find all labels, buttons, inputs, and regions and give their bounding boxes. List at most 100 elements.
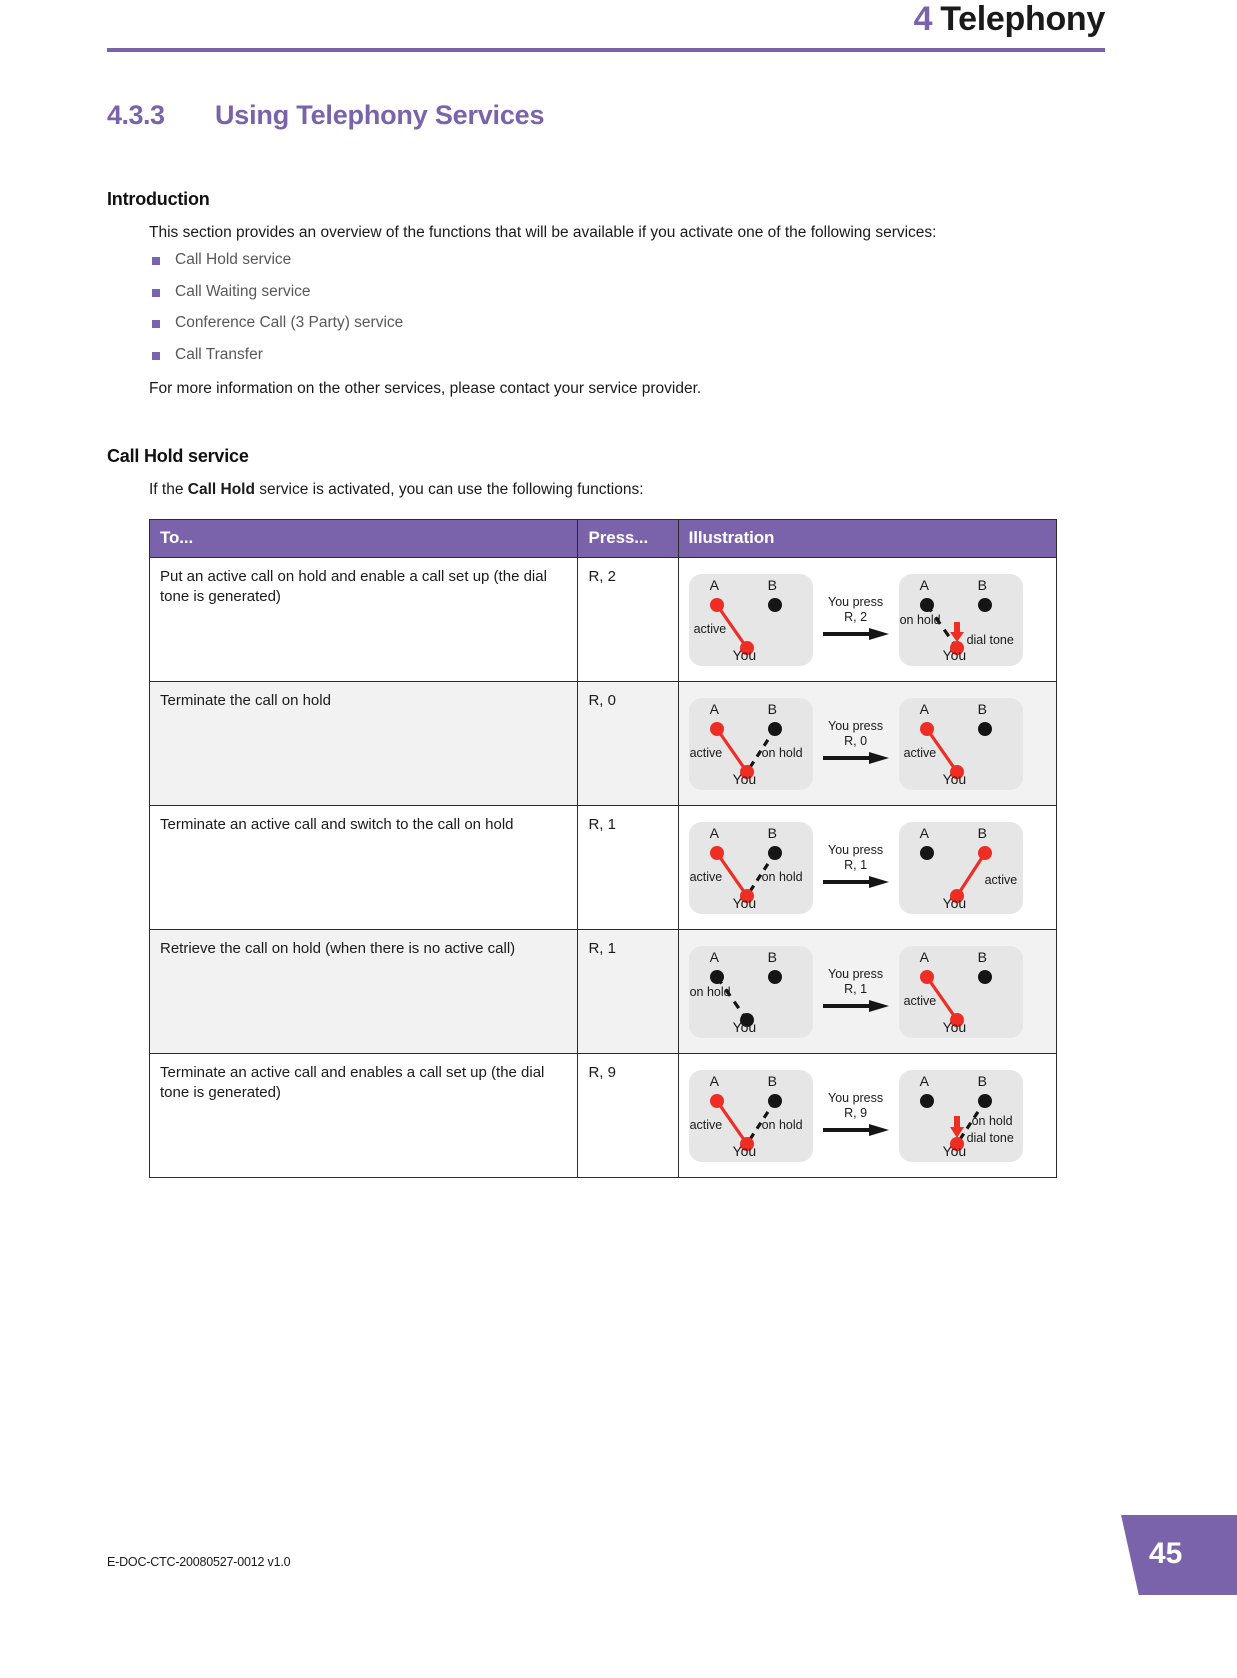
table-row: Terminate an active call and switch to t… [148, 805, 1058, 930]
call-hold-intro-bold: Call Hold [187, 481, 255, 498]
node-label-b: B [977, 825, 987, 841]
introduction-body: This section provides an overview of the… [149, 222, 1105, 400]
node-label-b: B [767, 577, 777, 593]
table-row: Terminate an active call and enables a c… [148, 1053, 1058, 1178]
list-item: Call Transfer [149, 345, 1105, 363]
cell-to: Terminate an active call and switch to t… [148, 805, 579, 930]
node-label-you: You [732, 1143, 757, 1159]
node-label-b: B [977, 701, 987, 717]
state-label-right: dial tone [966, 633, 1014, 647]
bullet-square-icon [152, 320, 160, 328]
illustration-row-3: A B active on hold You You press R, 1 A … [688, 815, 1046, 921]
section-number: 4.3.3 [107, 100, 165, 130]
section-title: Using Telephony Services [215, 100, 545, 130]
node-label-a: A [919, 577, 929, 593]
illustration-row-5: A B active on hold You You press R, 9 A … [688, 1063, 1046, 1169]
column-header-press: Press... [577, 519, 679, 558]
illustration-row-2: A B active on hold You You press R, 0 A … [688, 691, 1046, 797]
services-list: Call Hold service Call Waiting service C… [149, 252, 1105, 362]
cell-illustration: A B active on hold You You press R, 1 A … [677, 805, 1058, 930]
chapter-number: 4 [913, 0, 933, 38]
diagram-after: A B on hold dial tone You [898, 1070, 1023, 1162]
node-label-you: You [942, 647, 967, 663]
diagram-after: A B active You [898, 698, 1023, 790]
action-line-2: R, 1 [844, 981, 868, 996]
action-line-1: You press [828, 1090, 884, 1105]
cell-to: Terminate an active call and enables a c… [148, 1053, 579, 1178]
call-hold-body: If the Call Hold service is activated, y… [148, 479, 1105, 1178]
node-label-a: A [919, 1073, 929, 1089]
action-line-1: You press [828, 594, 884, 609]
cell-press: R, 1 [577, 805, 679, 930]
state-label-right: on hold [761, 746, 803, 760]
action-line-2: R, 9 [844, 1105, 868, 1120]
transition-arrow-block: You press R, 9 [813, 1091, 899, 1141]
node-label-b: B [767, 949, 777, 965]
state-label-left: on hold [689, 985, 731, 999]
right-arrow-icon [822, 1124, 889, 1137]
node-label-you: You [942, 895, 967, 911]
chapter-title: Telephony [940, 0, 1105, 38]
bullet-square-icon [152, 351, 160, 360]
node-label-you: You [732, 647, 757, 663]
state-label-left: active [903, 994, 937, 1008]
transition-arrow-block: You press R, 1 [813, 843, 899, 893]
diagram-after: A B on hold dial tone You [898, 574, 1023, 666]
node-label-b: B [767, 701, 777, 717]
node-label-you: You [732, 895, 757, 911]
cell-illustration: A B active on hold You You press R, 0 A … [677, 681, 1058, 806]
list-item-label: Call Hold service [175, 251, 292, 268]
cell-press: R, 2 [577, 557, 679, 682]
table-row: Retrieve the call on hold (when there is… [148, 929, 1058, 1054]
node-label-b: B [767, 1073, 777, 1089]
action-line-1: You press [828, 842, 884, 857]
table-row: Terminate the call on hold R, 0 A B acti… [148, 681, 1058, 806]
list-item-label: Call Waiting service [175, 282, 311, 300]
state-label-right: active [984, 873, 1018, 887]
diagram-before: A B active on hold You [688, 698, 813, 790]
page-number: 45 [1149, 1537, 1183, 1570]
action-line-1: You press [828, 718, 884, 733]
node-label-a: A [709, 1073, 719, 1089]
cell-illustration: A B on hold You You press R, 1 A B activ… [677, 929, 1058, 1054]
call-hold-heading: Call Hold service [107, 446, 249, 466]
state-label-left: on hold [899, 613, 941, 627]
chapter-heading: 4 Telephony [913, 0, 1106, 39]
node-label-you: You [942, 771, 967, 787]
cell-press: R, 9 [577, 1053, 679, 1178]
call-hold-intro-suffix: service is activated, you can use the fo… [254, 481, 644, 498]
introduction-closing: For more information on the other servic… [149, 380, 702, 397]
diagram-after: A B active You [898, 946, 1023, 1038]
node-label-a: A [919, 949, 929, 965]
cell-to: Retrieve the call on hold (when there is… [148, 929, 579, 1054]
column-header-illustration: Illustration [677, 519, 1058, 558]
state-label-left: active [689, 746, 723, 760]
diagram-before: A B active on hold You [688, 822, 813, 914]
diagram-after: A B active You [898, 822, 1023, 914]
list-item: Call Hold service [149, 252, 1105, 268]
call-hold-functions-table: To... Press... Illustration Put an activ… [148, 519, 1058, 1178]
state-label-left: active [693, 622, 727, 636]
cell-press: R, 1 [577, 929, 679, 1054]
cell-illustration: A B active on hold You You press R, 9 A … [677, 1053, 1058, 1178]
transition-arrow-block: You press R, 2 [813, 595, 899, 645]
cell-to: Terminate the call on hold [148, 681, 579, 806]
bullet-square-icon [152, 257, 160, 265]
table-row: Put an active call on hold and enable a … [148, 557, 1058, 682]
state-label-left: active [689, 1118, 723, 1132]
page-number-tab: 45 [1111, 1515, 1237, 1595]
node-label-a: A [919, 825, 929, 841]
state-label-left: active [689, 870, 723, 884]
right-arrow-icon [822, 876, 889, 889]
column-header-to: To... [148, 519, 579, 558]
list-item: Conference Call (3 Party) service [149, 315, 1105, 331]
node-label-a: A [709, 949, 719, 965]
list-item-label: Call Transfer [175, 345, 263, 363]
state-label-right: on hold [971, 1114, 1013, 1128]
right-arrow-icon [822, 1000, 889, 1013]
section-heading: 4.3.3 Using Telephony Services [107, 100, 1105, 131]
node-label-you: You [942, 1019, 967, 1035]
illustration-row-1: A B active You You press R, 2 A B on hol… [688, 567, 1046, 673]
node-label-a: A [919, 701, 929, 717]
node-label-a: A [709, 577, 719, 593]
